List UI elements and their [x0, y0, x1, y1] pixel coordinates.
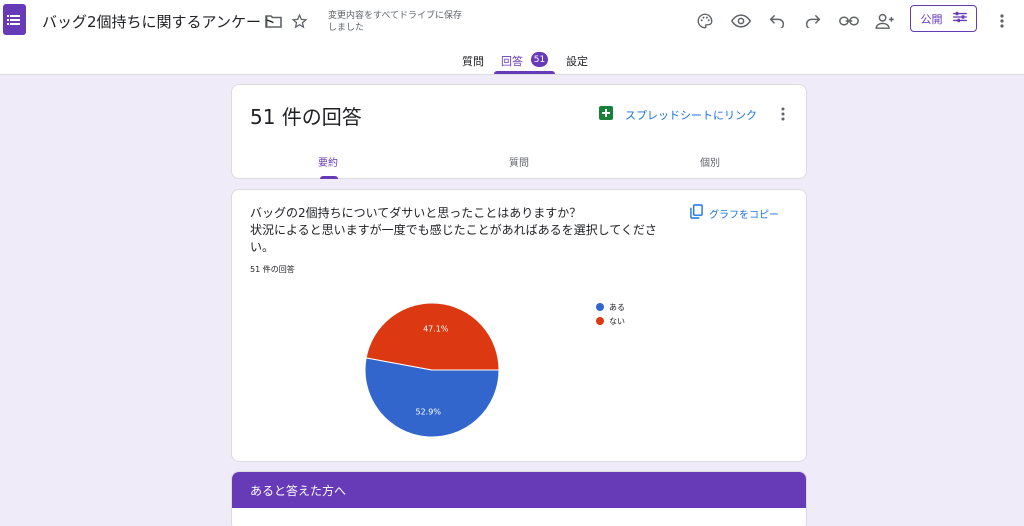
- tab-settings[interactable]: 設定: [566, 53, 588, 69]
- subtab-summary[interactable]: 要約: [318, 154, 338, 169]
- legend-swatch-no: [596, 317, 604, 325]
- copy-icon: [690, 204, 703, 222]
- preview-eye-icon[interactable]: [730, 10, 752, 32]
- chart-legend: ある ない: [596, 300, 625, 328]
- question-response-count: 51 件の回答: [250, 265, 295, 274]
- active-subtab-indicator: [320, 176, 338, 179]
- legend-item-no: ない: [596, 314, 625, 328]
- star-icon[interactable]: [288, 10, 310, 32]
- section-card: あると答えた方へ: [231, 471, 807, 526]
- save-status: 変更内容をすべてドライブに保存しました: [328, 11, 463, 33]
- more-vert-icon[interactable]: [991, 10, 1013, 32]
- responses-title: 51 件の回答: [250, 105, 362, 129]
- palette-icon[interactable]: [694, 10, 716, 32]
- pie-label-no: 47.1%: [423, 325, 449, 334]
- link-icon[interactable]: [838, 10, 860, 32]
- pie-slice-no: [365, 302, 500, 371]
- responses-summary-card: 51 件の回答 スプレッドシートにリンク 要約 質問 個別: [231, 84, 807, 179]
- redo-icon[interactable]: [802, 10, 824, 32]
- settings-sliders-icon: [952, 11, 967, 26]
- publish-label: 公開: [920, 12, 943, 26]
- section-title: あると答えた方へ: [232, 472, 806, 508]
- legend-label-yes: ある: [609, 302, 625, 312]
- copy-chart-button[interactable]: グラフをコピー: [690, 204, 779, 222]
- top-bar: バッグ2個持ちに関するアンケート 変更内容をすべてドライブに保存しました 公開 …: [0, 0, 1024, 75]
- tab-responses[interactable]: 回答: [501, 53, 523, 69]
- tab-questions[interactable]: 質問: [462, 53, 484, 69]
- subtab-individual[interactable]: 個別: [700, 154, 720, 169]
- question-summary-card: バッグの2個持ちについてダサいと思ったことはありますか？ 状況によると思いますが一…: [231, 189, 807, 462]
- legend-item-yes: ある: [596, 300, 625, 314]
- form-tabs: 質問 回答 設定: [0, 50, 1024, 74]
- more-options-icon[interactable]: [776, 105, 790, 123]
- legend-swatch-yes: [596, 303, 604, 311]
- legend-label-no: ない: [609, 316, 625, 326]
- form-title[interactable]: バッグ2個持ちに関するアンケート: [42, 11, 276, 32]
- response-count-badge: 51: [531, 52, 548, 67]
- publish-button[interactable]: 公開: [910, 5, 977, 32]
- active-tab-indicator: [494, 71, 555, 74]
- copy-chart-label: グラフをコピー: [709, 209, 779, 221]
- sheets-icon[interactable]: [599, 106, 613, 120]
- link-to-sheets-button[interactable]: スプレッドシートにリンク: [625, 107, 757, 123]
- folder-icon[interactable]: [262, 10, 284, 32]
- pie-label-yes: 52.9%: [416, 407, 442, 416]
- undo-icon[interactable]: [766, 10, 788, 32]
- pie-chart: 52.9% 47.1%: [364, 302, 500, 438]
- question-text: バッグの2個持ちについてダサいと思ったことはありますか？ 状況によると思いますが一…: [250, 206, 657, 254]
- subtab-question[interactable]: 質問: [509, 154, 529, 169]
- add-collaborator-icon[interactable]: [874, 10, 896, 32]
- forms-app-icon[interactable]: [3, 4, 26, 35]
